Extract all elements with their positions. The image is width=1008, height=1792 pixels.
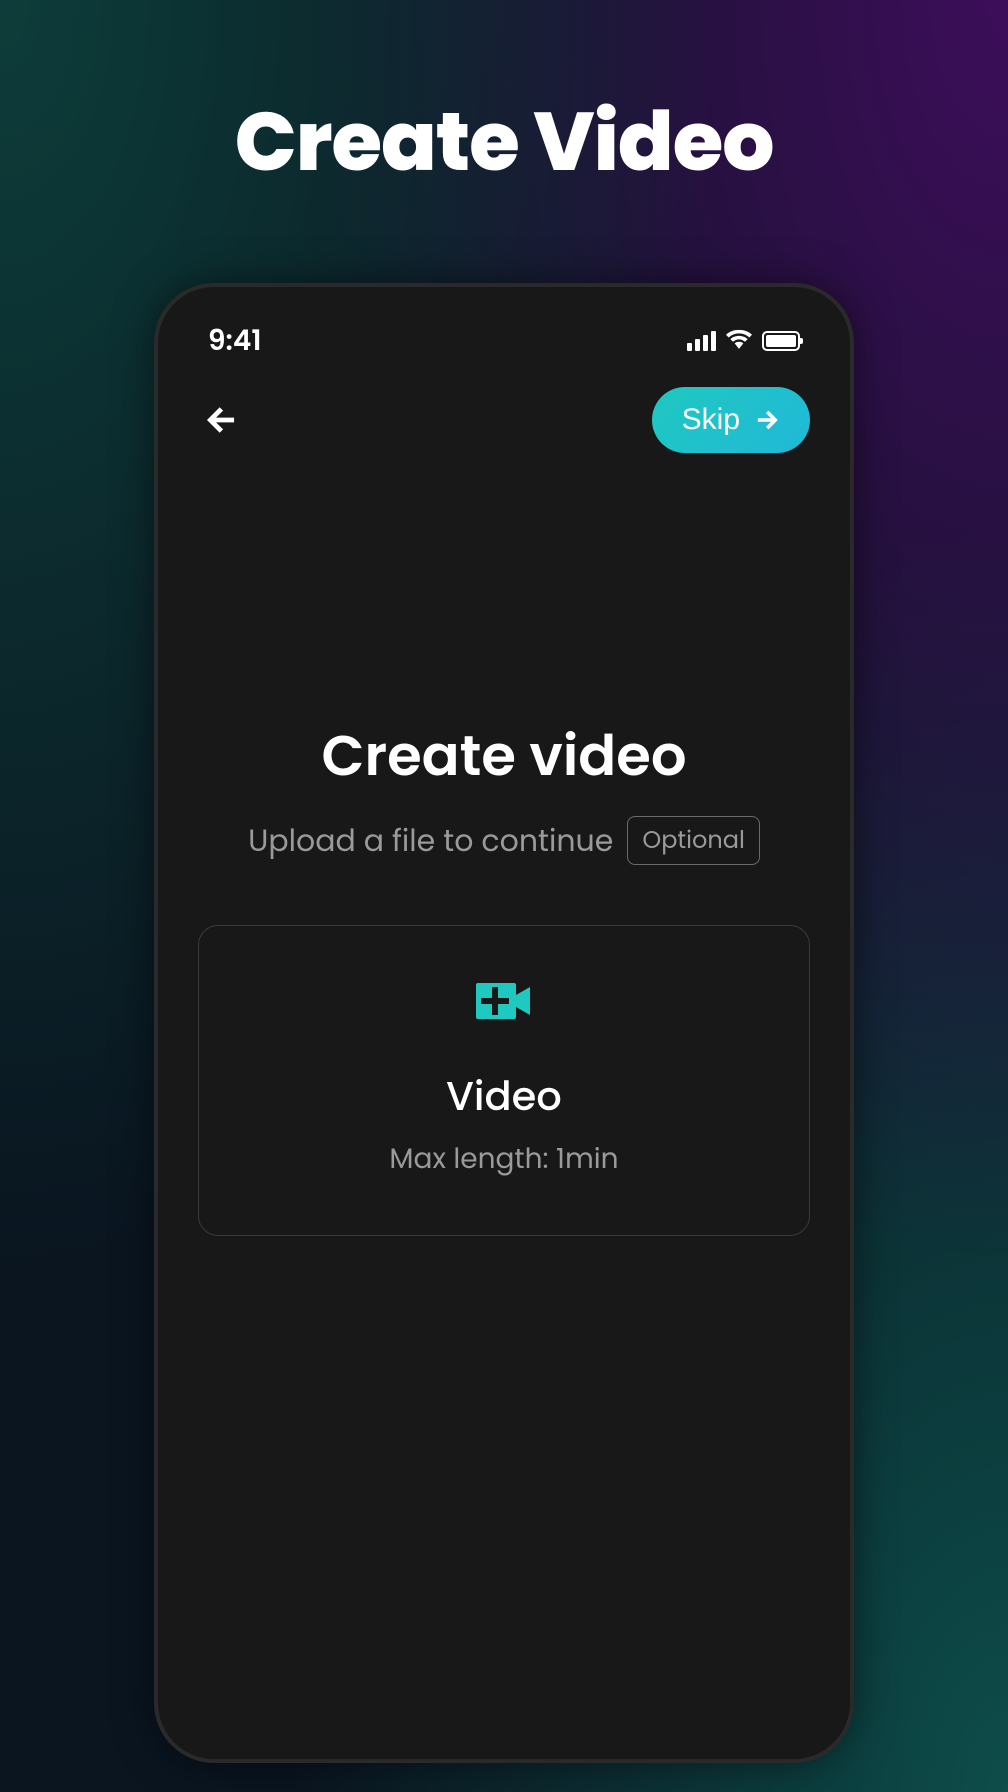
arrow-right-icon bbox=[752, 406, 780, 434]
upload-video-card[interactable]: Video Max length: 1min bbox=[198, 925, 810, 1236]
optional-badge: Optional bbox=[627, 816, 760, 865]
nav-bar: Skip bbox=[188, 357, 820, 453]
upload-card-subtitle: Max length: 1min bbox=[389, 1138, 618, 1180]
skip-button-label: Skip bbox=[682, 403, 740, 437]
battery-icon bbox=[762, 331, 800, 351]
phone-frame: 9:41 Skip bbox=[154, 283, 854, 1763]
subtitle-text: Upload a file to continue bbox=[248, 818, 613, 864]
wifi-icon bbox=[726, 327, 752, 356]
arrow-left-icon bbox=[204, 401, 242, 439]
cellular-signal-icon bbox=[687, 331, 716, 351]
status-icons bbox=[687, 327, 800, 356]
back-button[interactable] bbox=[198, 395, 248, 445]
main-content: Create video Upload a file to continue O… bbox=[188, 713, 820, 1729]
subtitle-row: Upload a file to continue Optional bbox=[198, 816, 810, 865]
status-time: 9:41 bbox=[208, 320, 262, 362]
page-title: Create Video bbox=[235, 80, 774, 203]
skip-button[interactable]: Skip bbox=[652, 387, 810, 453]
upload-card-title: Video bbox=[446, 1066, 562, 1126]
video-add-icon bbox=[476, 981, 532, 1021]
status-bar: 9:41 bbox=[188, 317, 820, 357]
content-title: Create video bbox=[198, 713, 810, 798]
